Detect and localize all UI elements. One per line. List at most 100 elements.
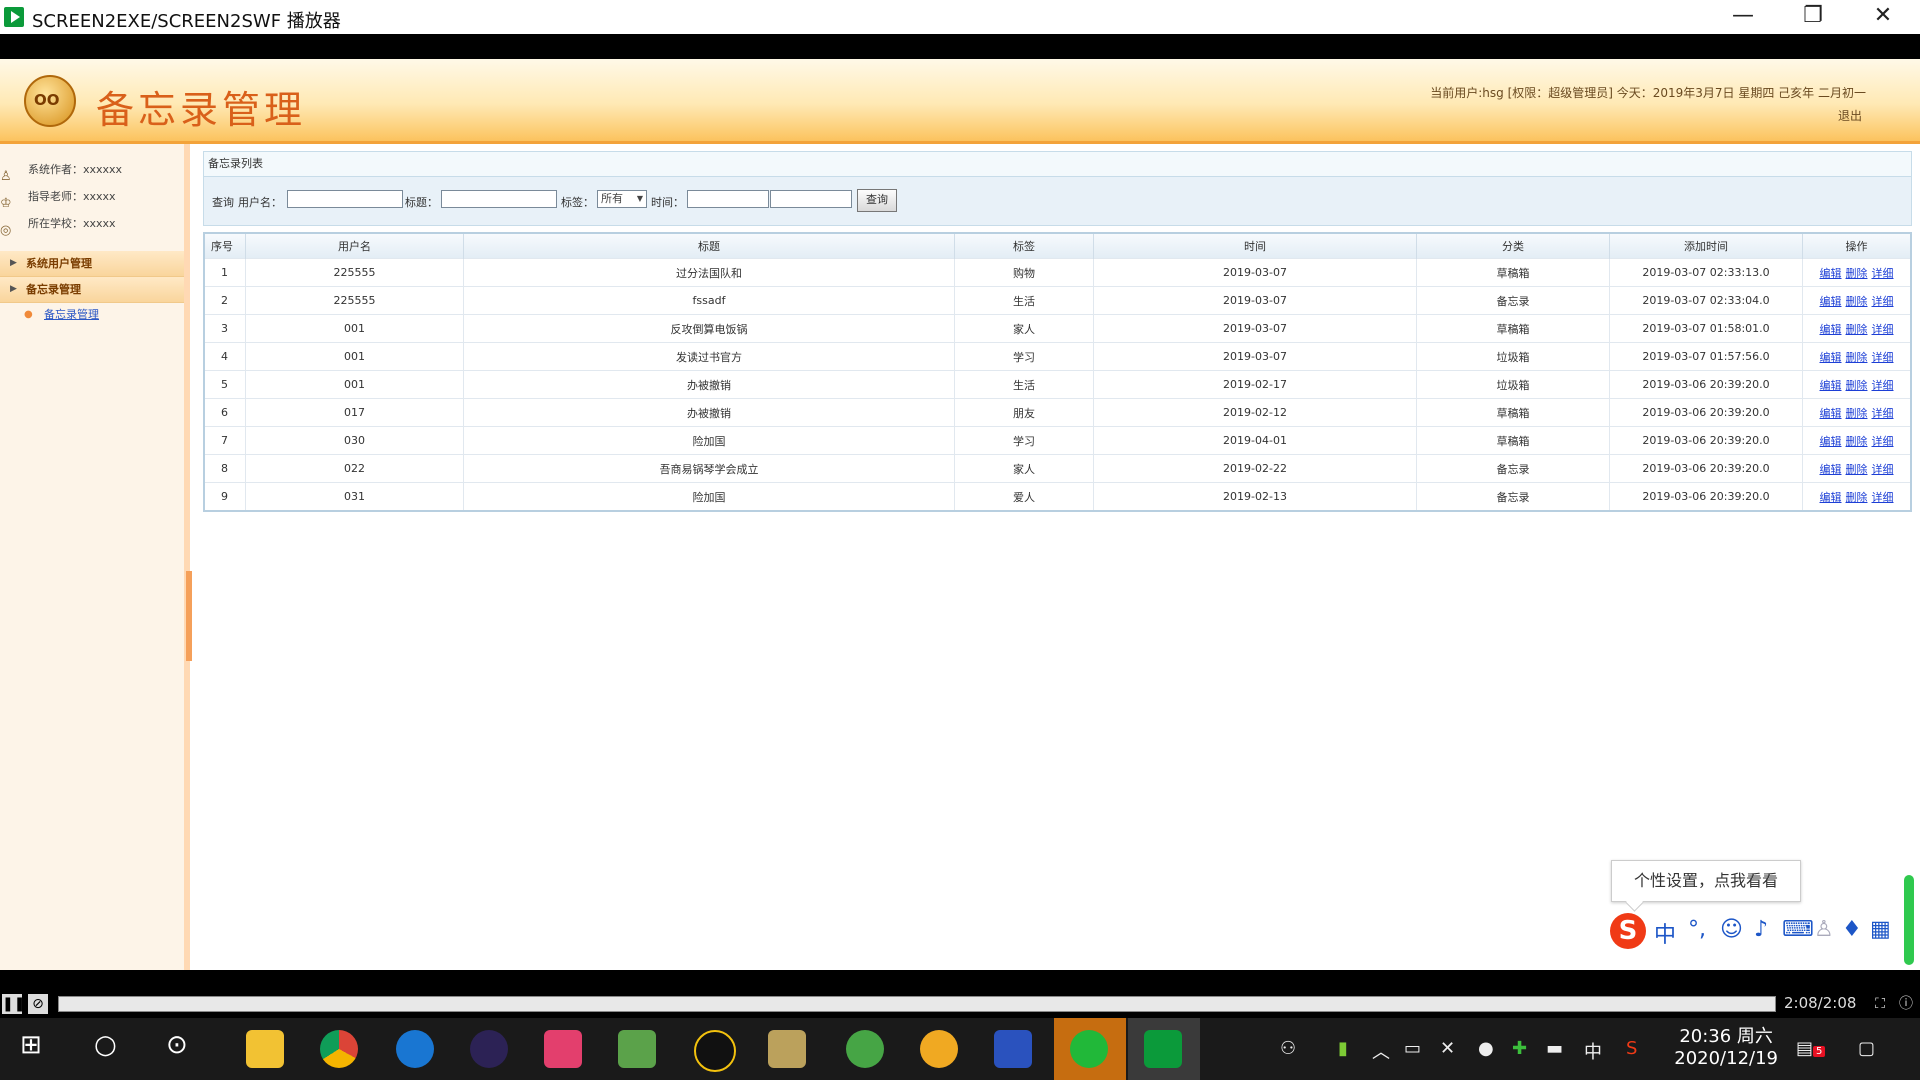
delete-link[interactable]: 删除 [1846, 463, 1868, 476]
sidebar-info-author: ♙ 系统作者：xxxxxx [0, 156, 184, 184]
display-icon[interactable]: ▭ [1404, 1038, 1421, 1059]
edit-link[interactable]: 编辑 [1820, 491, 1842, 504]
toolbox-grid-icon[interactable]: ▦ [1870, 917, 1891, 942]
minimize-button[interactable]: — [1708, 0, 1778, 34]
start-date-input[interactable] [687, 190, 769, 208]
keyboard-icon[interactable]: ⌨ [1782, 917, 1814, 942]
notification-icon[interactable]: ▤ 5 [1796, 1038, 1826, 1059]
notepad-icon[interactable] [618, 1030, 656, 1068]
fullscreen-icon[interactable]: ⛶ [1870, 994, 1890, 1014]
cell-time: 2019-02-22 [1093, 454, 1417, 483]
sidebar-menu-memo-management[interactable]: ▶ 备忘录管理 [0, 277, 184, 303]
edit-link[interactable]: 编辑 [1820, 407, 1842, 420]
qq-icon[interactable] [694, 1030, 736, 1072]
logout-link[interactable]: 退出 [1838, 107, 1862, 124]
chrome-icon[interactable] [320, 1030, 358, 1068]
edit-link[interactable]: 编辑 [1820, 435, 1842, 448]
edit-link[interactable]: 编辑 [1820, 323, 1842, 336]
app-icon-blue[interactable] [994, 1030, 1032, 1068]
chinese-mode-icon[interactable]: 中 [1654, 917, 1676, 949]
file-explorer-icon[interactable] [246, 1030, 284, 1068]
detail-link[interactable]: 详细 [1872, 407, 1894, 420]
detail-link[interactable]: 详细 [1872, 295, 1894, 308]
windows-taskbar: ⊞ ○ ⊙ ⚇ ▮ ︿ ▭ ✕ ● ✚ ▬ 中 S 20:36 周六 2020/… [0, 1018, 1920, 1080]
sogou-logo-icon[interactable]: S [1610, 913, 1646, 949]
tools-icon[interactable] [768, 1030, 806, 1068]
end-date-input[interactable] [770, 190, 852, 208]
skin-icon[interactable]: ♦ [1842, 917, 1862, 942]
delete-link[interactable]: 删除 [1846, 267, 1868, 280]
player-taskbar-item[interactable] [1128, 1018, 1200, 1080]
cell-time: 2019-04-01 [1093, 426, 1417, 455]
stop-button[interactable]: ⊘ [28, 994, 48, 1014]
wechat-taskbar-item[interactable] [1054, 1018, 1126, 1080]
detail-link[interactable]: 详细 [1872, 323, 1894, 336]
qq-tray-icon[interactable]: ● [1478, 1038, 1494, 1059]
pause-button[interactable]: ❚❚ [2, 994, 25, 1014]
user-icon[interactable]: ♙ [1814, 917, 1834, 942]
delete-link[interactable]: 删除 [1846, 351, 1868, 364]
eclipse-icon[interactable] [470, 1030, 508, 1068]
input-language[interactable]: 中 [1584, 1038, 1602, 1064]
volume-muted-icon[interactable]: ✕ [1440, 1038, 1455, 1059]
battery-icon[interactable]: ▬ [1546, 1038, 1563, 1059]
security-tray-icon[interactable]: ✚ [1512, 1038, 1527, 1059]
cell-tag: 学习 [954, 426, 1094, 455]
ime-tooltip[interactable]: 个性设置，点我看看 [1611, 860, 1801, 902]
battery-charge-icon[interactable]: ▮ [1338, 1038, 1348, 1059]
cell-username: 225555 [245, 286, 464, 315]
close-button[interactable]: ✕ [1848, 0, 1918, 34]
player-icon [1144, 1030, 1182, 1068]
sidebar-subitem-memo-management[interactable]: ● 备忘录管理 [0, 303, 184, 327]
sidebar-menu-user-management[interactable]: ▶ 系统用户管理 [0, 251, 184, 277]
title-input[interactable] [441, 190, 557, 208]
search-prefix: 查询 [212, 196, 234, 209]
cell-username: 001 [245, 314, 464, 343]
detail-link[interactable]: 详细 [1872, 351, 1894, 364]
query-button[interactable]: 查询 [857, 189, 897, 212]
cell-title: 办被撤销 [463, 370, 955, 399]
microphone-icon[interactable]: ♪ [1754, 917, 1768, 942]
delete-link[interactable]: 删除 [1846, 379, 1868, 392]
app-icon-yellow[interactable] [920, 1030, 958, 1068]
detail-link[interactable]: 详细 [1872, 463, 1894, 476]
detail-link[interactable]: 详细 [1872, 435, 1894, 448]
cell-tag: 家人 [954, 454, 1094, 483]
cortana-icon[interactable]: ○ [94, 1030, 117, 1060]
delete-link[interactable]: 删除 [1846, 407, 1868, 420]
edit-link[interactable]: 编辑 [1820, 267, 1842, 280]
action-center-icon[interactable]: ▢ [1858, 1038, 1875, 1059]
cell-added-time: 2019-03-06 20:39:20.0 [1609, 398, 1803, 427]
sogou-tray-icon[interactable]: S [1626, 1038, 1637, 1059]
punctuation-icon[interactable]: °, [1688, 917, 1706, 942]
cell-added-time: 2019-03-07 01:58:01.0 [1609, 314, 1803, 343]
sidebar-collapse-handle[interactable] [186, 571, 192, 661]
people-icon[interactable]: ⚇ [1280, 1038, 1296, 1059]
detail-link[interactable]: 详细 [1872, 491, 1894, 504]
detail-link[interactable]: 详细 [1872, 267, 1894, 280]
info-icon[interactable]: ⓘ [1896, 994, 1916, 1014]
delete-link[interactable]: 删除 [1846, 295, 1868, 308]
progress-track[interactable] [58, 996, 1776, 1012]
task-view-icon[interactable]: ⊙ [166, 1030, 188, 1060]
tag-select[interactable]: 所有 [597, 190, 647, 208]
edit-link[interactable]: 编辑 [1820, 379, 1842, 392]
username-input[interactable] [287, 190, 403, 208]
tag-label: 标签： [561, 196, 594, 209]
edge-icon[interactable] [396, 1030, 434, 1068]
delete-link[interactable]: 删除 [1846, 323, 1868, 336]
emoji-icon[interactable]: ☺ [1720, 917, 1743, 942]
chevron-up-icon[interactable]: ︿ [1372, 1038, 1390, 1064]
browser-icon[interactable] [846, 1030, 884, 1068]
windows-start-icon[interactable]: ⊞ [20, 1030, 42, 1060]
delete-link[interactable]: 删除 [1846, 435, 1868, 448]
edit-link[interactable]: 编辑 [1820, 463, 1842, 476]
sidebar-info-teacher: ♔ 指导老师：xxxxx [0, 183, 184, 211]
edit-link[interactable]: 编辑 [1820, 351, 1842, 364]
intellij-icon[interactable] [544, 1030, 582, 1068]
delete-link[interactable]: 删除 [1846, 491, 1868, 504]
restore-button[interactable]: ❐ [1778, 0, 1848, 34]
edit-link[interactable]: 编辑 [1820, 295, 1842, 308]
detail-link[interactable]: 详细 [1872, 379, 1894, 392]
taskbar-clock[interactable]: 20:36 周六 2020/12/19 [1674, 1026, 1778, 1070]
